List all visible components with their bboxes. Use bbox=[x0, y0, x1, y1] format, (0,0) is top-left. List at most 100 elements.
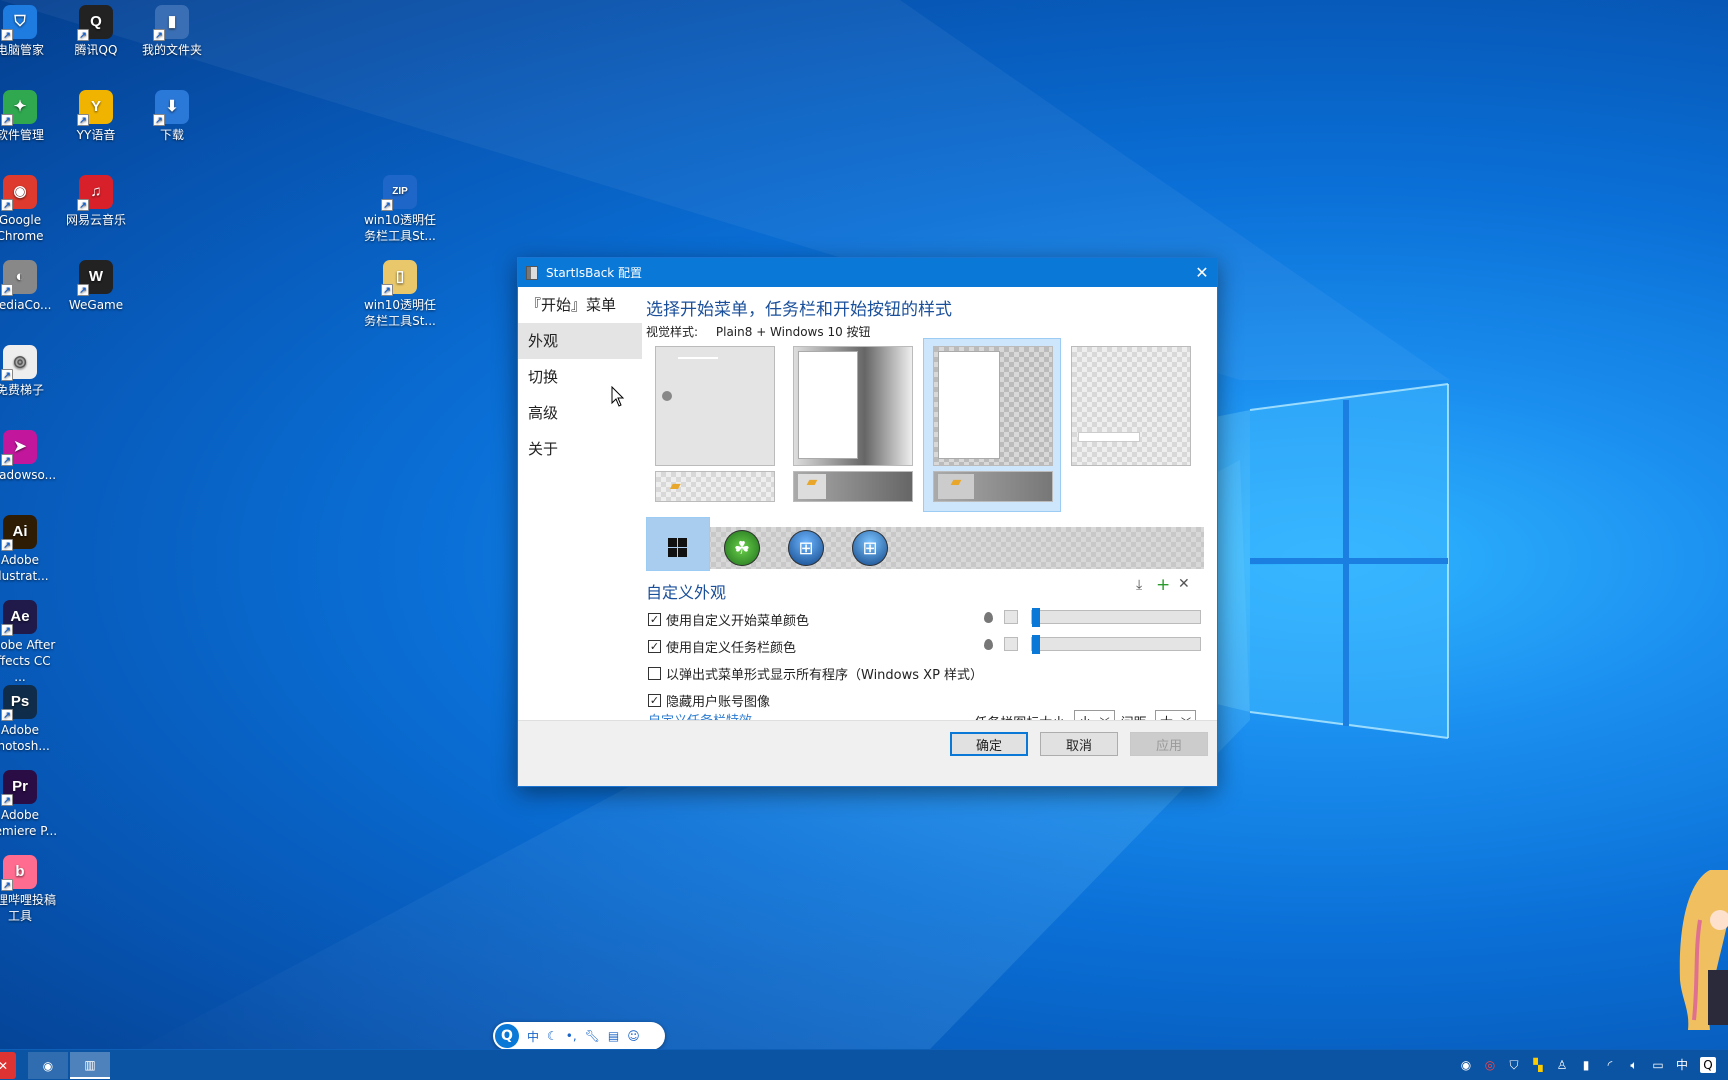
startisback-taskbar-icon[interactable]: ▥ bbox=[70, 1052, 110, 1079]
style-thumb-plain[interactable] bbox=[655, 346, 775, 466]
style-thumb-selected[interactable] bbox=[933, 346, 1053, 466]
obs-tray-icon[interactable]: ◉ bbox=[1458, 1057, 1474, 1073]
checkbox[interactable]: ✓ bbox=[648, 613, 661, 626]
shield-icon[interactable]: ⛉ bbox=[1506, 1057, 1522, 1073]
qq-penguin-icon: Q ↗ bbox=[77, 5, 113, 41]
desktop-icon-label: win10透明任务栏工具St... bbox=[363, 213, 437, 243]
volume-icon[interactable]: 🔈︎ bbox=[1626, 1057, 1642, 1073]
network-icon[interactable]: ◜ bbox=[1602, 1057, 1618, 1073]
obs-taskbar-icon[interactable]: ◉ bbox=[28, 1052, 68, 1079]
ime-toolbar[interactable]: Q 中 ☾ •, 🔧︎ ▤ ☺ bbox=[493, 1022, 665, 1050]
shortcut-arrow-icon: ↗ bbox=[77, 199, 89, 211]
desktop-icon[interactable]: ▯ ↗ win10透明任务栏工具St... bbox=[362, 260, 438, 329]
taskbar-thumb-1[interactable]: ▰ bbox=[655, 471, 775, 502]
emoji-icon[interactable]: ☺ bbox=[627, 1029, 640, 1043]
option-custom-start-color[interactable]: ✓ 使用自定义开始菜单颜色 bbox=[648, 610, 809, 629]
punctuation-icon[interactable]: •, bbox=[566, 1029, 577, 1043]
desktop-icon[interactable]: b↗哔哩哔哩投稿工具 bbox=[0, 855, 58, 924]
desktop-icon[interactable]: W ↗ WeGame bbox=[58, 260, 134, 313]
clipboard-icon[interactable]: ▤ bbox=[608, 1029, 619, 1043]
mouse-cursor bbox=[611, 386, 625, 407]
folder-icon: ▰ bbox=[670, 478, 681, 494]
netease-tray-icon[interactable]: ◎ bbox=[1482, 1057, 1498, 1073]
cancel-button[interactable]: 取消 bbox=[1040, 732, 1118, 756]
option-label: 隐藏用户账号图像 bbox=[666, 695, 771, 710]
opacity-slider[interactable] bbox=[1031, 608, 1201, 627]
desktop-icon-label: win10透明任务栏工具St... bbox=[363, 298, 437, 328]
ime-mode[interactable]: 中 bbox=[527, 1028, 539, 1045]
title-bar[interactable]: StartIsBack 配置 bbox=[518, 258, 1217, 287]
dialog-footer: 确定 取消 应用 bbox=[518, 720, 1217, 786]
windows7-orb-button-icon[interactable]: ⊞ bbox=[788, 530, 824, 566]
nav-item-appearance[interactable]: 外观 bbox=[518, 323, 642, 359]
desktop-icon[interactable]: ➤↗ Shadowso... bbox=[0, 430, 58, 483]
desktop-icon[interactable]: ▮ ↗ 我的文件夹 bbox=[134, 5, 210, 58]
microphone-icon[interactable]: ▮ bbox=[1578, 1057, 1594, 1073]
option-custom-taskbar-color[interactable]: ✓ 使用自定义任务栏颜色 bbox=[648, 637, 796, 656]
desktop-icon[interactable]: ZIP ↗ win10透明任务栏工具St... bbox=[362, 175, 438, 244]
desktop-icon[interactable]: ◎ ↗ 免费梯子 bbox=[0, 345, 58, 398]
download-icon: ⬇ ↗ bbox=[153, 90, 189, 126]
option-xp-style-menu[interactable]: 以弹出式菜单形式显示所有程序（Windows XP 样式） bbox=[648, 664, 983, 683]
remove-icon[interactable]: ✕ bbox=[1178, 576, 1190, 592]
taskbar-thumb-3[interactable]: ▰ bbox=[933, 471, 1053, 502]
desktop-icon[interactable]: Ai↗Adobe Illustrat... bbox=[0, 515, 58, 584]
desktop-icon-label: 免费梯子 bbox=[0, 383, 44, 397]
nav-item-start-menu[interactable]: 『开始』菜单 bbox=[518, 287, 642, 323]
taskbar-thumb-2[interactable]: ▰ bbox=[793, 471, 913, 502]
desktop-icon[interactable]: ◐↗ MediaCo... bbox=[0, 260, 58, 313]
shortcut-arrow-icon: ↗ bbox=[381, 284, 393, 296]
style-thumb-gradient[interactable] bbox=[793, 346, 913, 466]
drop-tray-icon[interactable] bbox=[1554, 1057, 1570, 1073]
windows10-start-button-icon[interactable] bbox=[668, 538, 688, 558]
checkbox[interactable] bbox=[648, 667, 661, 680]
opacity-slider[interactable] bbox=[1031, 635, 1201, 654]
desktop-icon[interactable]: Ae↗Adobe After Effects CC ... bbox=[0, 600, 58, 685]
desktop-icon[interactable]: Ps↗Adobe Photosh... bbox=[0, 685, 58, 754]
desktop-icon-label: 哔哩哔哩投稿工具 bbox=[0, 893, 56, 923]
slider-thumb[interactable] bbox=[1032, 608, 1040, 627]
desktop-icon-label: Google Chrome bbox=[0, 213, 44, 243]
checkbox[interactable]: ✓ bbox=[648, 694, 661, 707]
desktop-icon[interactable]: ◉ ↗ Google Chrome bbox=[0, 175, 58, 244]
desktop-icon-label: Adobe Photosh... bbox=[0, 723, 50, 753]
ime-logo-icon[interactable]: Q bbox=[495, 1024, 519, 1048]
desktop-icon[interactable]: ⛉ ↗ 电脑管家 bbox=[0, 5, 58, 58]
style-thumb-transparent[interactable] bbox=[1071, 346, 1191, 466]
ime-tray-icon[interactable]: Q bbox=[1700, 1057, 1716, 1073]
desktop-icon[interactable]: Y ↗ YY语音 bbox=[58, 90, 134, 143]
start-button-icon[interactable]: ✕ bbox=[0, 1052, 16, 1079]
ok-button[interactable]: 确定 bbox=[950, 732, 1028, 756]
add-icon[interactable]: + bbox=[1156, 575, 1170, 595]
wrench-icon[interactable]: 🔧︎ bbox=[585, 1029, 600, 1043]
windows-vista-orb-button-icon[interactable]: ⊞ bbox=[852, 530, 888, 566]
apply-button[interactable]: 应用 bbox=[1130, 732, 1208, 756]
shortcut-arrow-icon: ↗ bbox=[1, 114, 13, 126]
desktop-icon[interactable]: Pr↗Adobe Premiere P... bbox=[0, 770, 58, 839]
color-swatch[interactable] bbox=[1004, 610, 1018, 624]
nav-item-about[interactable]: 关于 bbox=[518, 431, 642, 467]
desktop-icon[interactable]: Q ↗ 腾讯QQ bbox=[58, 5, 134, 58]
page-heading: 选择开始菜单，任务栏和开始按钮的样式 bbox=[646, 300, 952, 320]
visual-style-label: 视觉样式: bbox=[646, 325, 699, 339]
tray-language[interactable]: 中 bbox=[1674, 1057, 1690, 1073]
desktop-icon[interactable]: ♫ ↗ 网易云音乐 bbox=[58, 175, 134, 228]
desktop-icon-label: 我的文件夹 bbox=[141, 43, 202, 57]
clover-orb-button-icon[interactable]: ☘ bbox=[724, 530, 760, 566]
yy-voice-icon: Y ↗ bbox=[77, 90, 113, 126]
moon-icon[interactable]: ☾ bbox=[547, 1029, 558, 1043]
shortcut-arrow-icon: ↗ bbox=[1, 879, 13, 891]
desktop-icon[interactable]: ⬇ ↗ 下载 bbox=[134, 90, 210, 143]
download-icon[interactable]: ⤓ bbox=[1136, 577, 1142, 593]
slider-thumb[interactable] bbox=[1032, 635, 1040, 654]
app-tray-icon[interactable]: ▚ bbox=[1530, 1057, 1546, 1073]
desktop-icon[interactable]: ✦ ↗ 软件管理 bbox=[0, 90, 58, 143]
color-swatch[interactable] bbox=[1004, 637, 1018, 651]
wegame-icon: W ↗ bbox=[77, 260, 113, 296]
checkbox[interactable]: ✓ bbox=[648, 640, 661, 653]
battery-icon[interactable]: ▭ bbox=[1650, 1057, 1666, 1073]
close-button[interactable]: ✕ bbox=[1187, 258, 1217, 287]
option-hide-user-picture[interactable]: ✓ 隐藏用户账号图像 bbox=[648, 691, 770, 710]
desktop-icon-label: 网易云音乐 bbox=[65, 213, 126, 227]
start-button-row: ☘ ⊞ ⊞ bbox=[646, 517, 1204, 571]
